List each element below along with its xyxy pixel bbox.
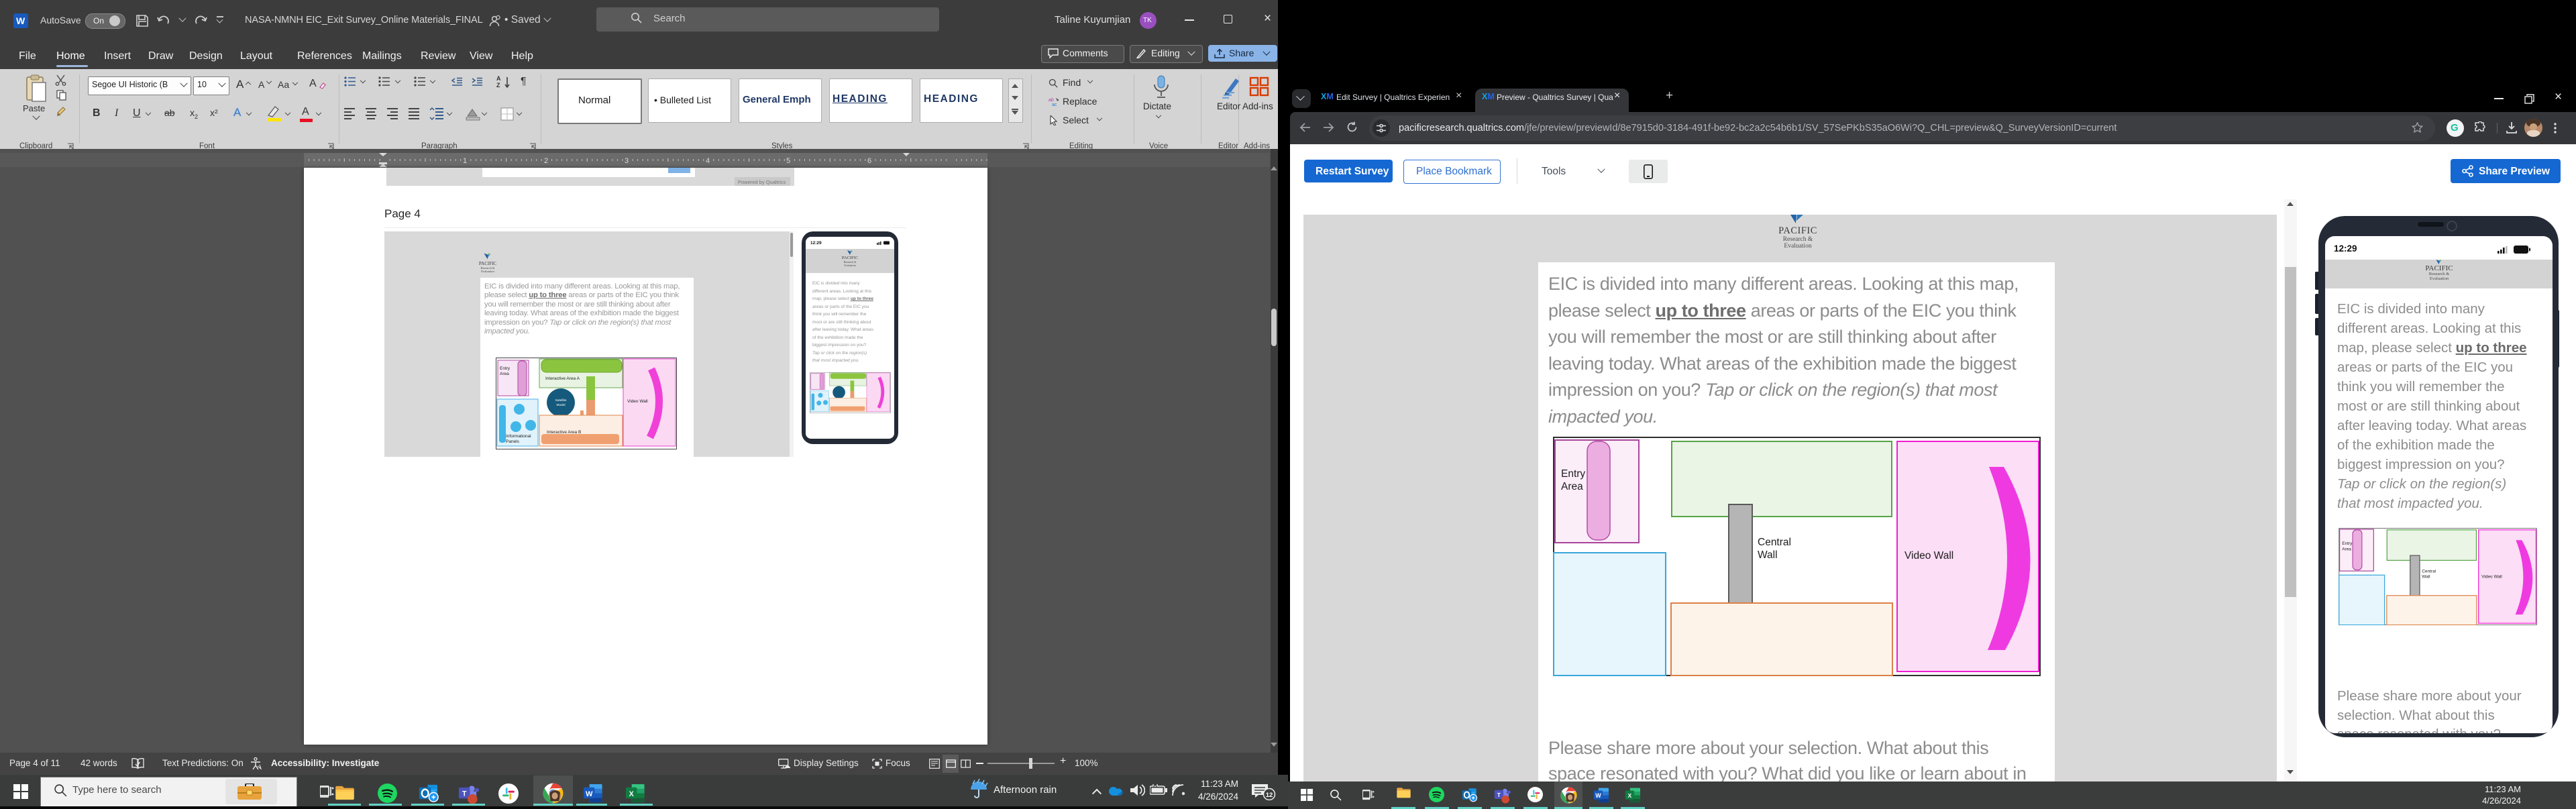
svg-text:Satellite: Satellite <box>555 398 566 402</box>
svg-text:Video Wall: Video Wall <box>1904 550 1953 561</box>
svg-text:Area: Area <box>2342 547 2351 551</box>
svg-text:Wall: Wall <box>1758 549 1778 561</box>
svg-text:Informational: Informational <box>506 434 531 439</box>
svg-text:12: 12 <box>1266 792 1273 799</box>
svg-text:1: 1 <box>463 157 467 165</box>
svg-text:Interactive Area A: Interactive Area A <box>545 376 580 381</box>
svg-text:Video Wall: Video Wall <box>2481 575 2502 580</box>
svg-text:6: 6 <box>867 157 871 165</box>
svg-text:3: 3 <box>625 157 629 165</box>
svg-text:Area: Area <box>500 372 509 376</box>
svg-text:X: X <box>629 790 634 798</box>
svg-text:Central: Central <box>1758 537 1791 548</box>
svg-text:Central: Central <box>2422 570 2436 574</box>
svg-text:Model: Model <box>556 403 565 407</box>
svg-text:2: 2 <box>544 157 548 165</box>
svg-text:X: X <box>1628 792 1632 799</box>
svg-text:T: T <box>462 790 467 798</box>
svg-text:W: W <box>1595 792 1601 799</box>
svg-text:Entry: Entry <box>500 366 511 371</box>
svg-text:5: 5 <box>786 157 790 165</box>
svg-text:Video Wall: Video Wall <box>627 399 648 404</box>
svg-text:W: W <box>586 790 593 798</box>
svg-text:Wall: Wall <box>2422 575 2430 580</box>
svg-text:Interactive Area B: Interactive Area B <box>547 430 581 435</box>
svg-text:Entry: Entry <box>1561 468 1585 480</box>
svg-text:Entry: Entry <box>2342 541 2353 546</box>
svg-text:Panels: Panels <box>506 439 520 444</box>
svg-text:4: 4 <box>706 157 710 165</box>
svg-text:Area: Area <box>1561 481 1583 492</box>
svg-text:T: T <box>1497 792 1501 798</box>
